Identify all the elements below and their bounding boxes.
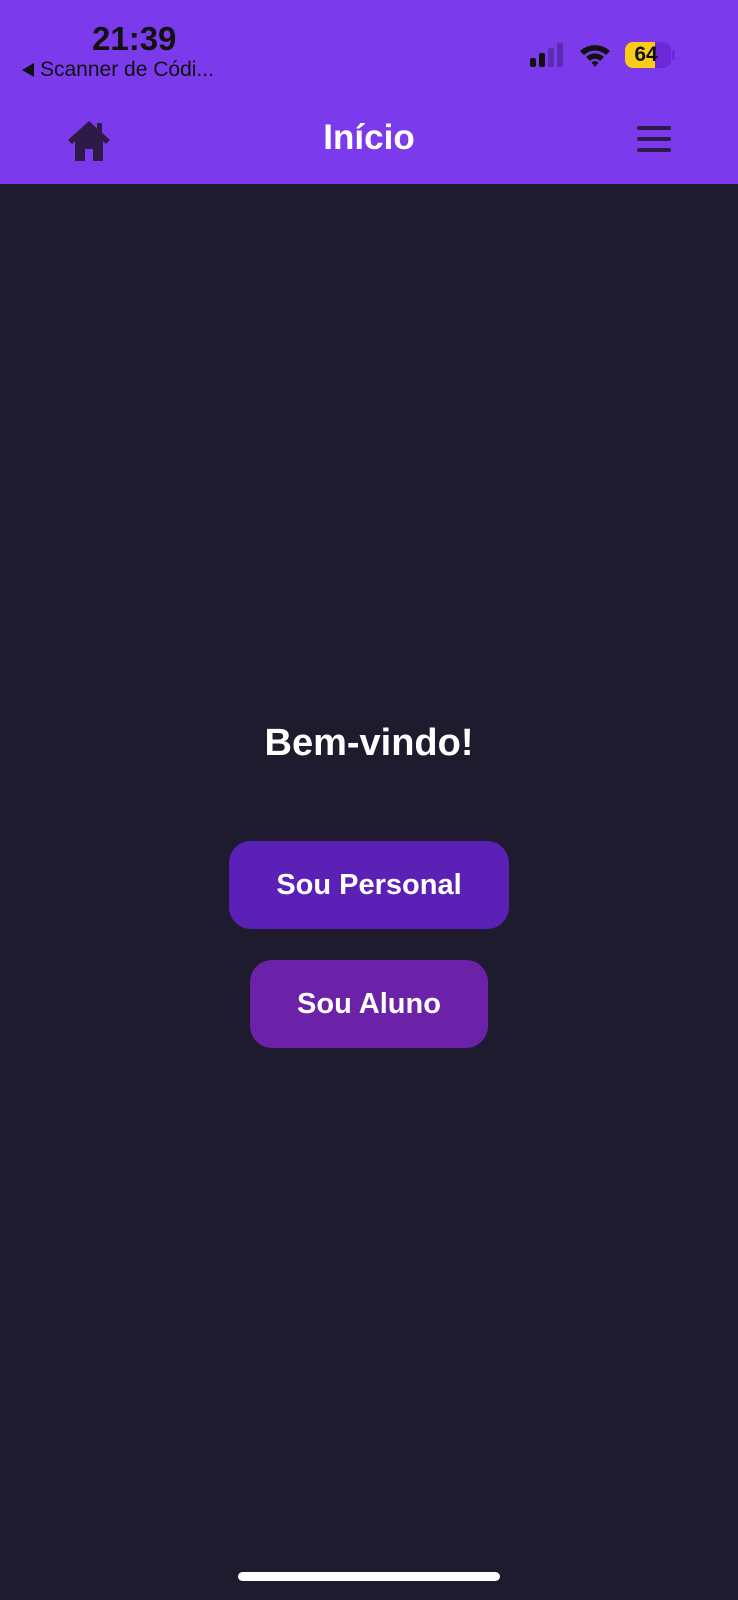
back-arrow-icon (22, 63, 34, 77)
welcome-heading: Bem-vindo! (264, 722, 474, 764)
page-title: Início (323, 118, 415, 157)
status-time: 21:39 (92, 20, 177, 57)
back-to-app-link[interactable]: Scanner de Códi... (22, 58, 214, 82)
battery-level: 64 (634, 43, 658, 66)
home-indicator-bar[interactable] (238, 1572, 500, 1581)
back-app-label: Scanner de Códi... (40, 58, 214, 81)
app-screen: 21:39 Scanner de Códi... 64 Início Bem-v… (0, 0, 738, 1600)
sou-aluno-button[interactable]: Sou Aluno (250, 960, 488, 1048)
sou-personal-button[interactable]: Sou Personal (229, 841, 509, 929)
wifi-icon (580, 45, 610, 67)
cellular-signal-icon (530, 43, 563, 67)
menu-line (637, 126, 671, 130)
hamburger-menu-icon[interactable] (637, 126, 675, 156)
menu-line (637, 148, 671, 152)
top-bar: 21:39 Scanner de Códi... 64 Início (0, 0, 738, 184)
menu-line (637, 137, 671, 141)
